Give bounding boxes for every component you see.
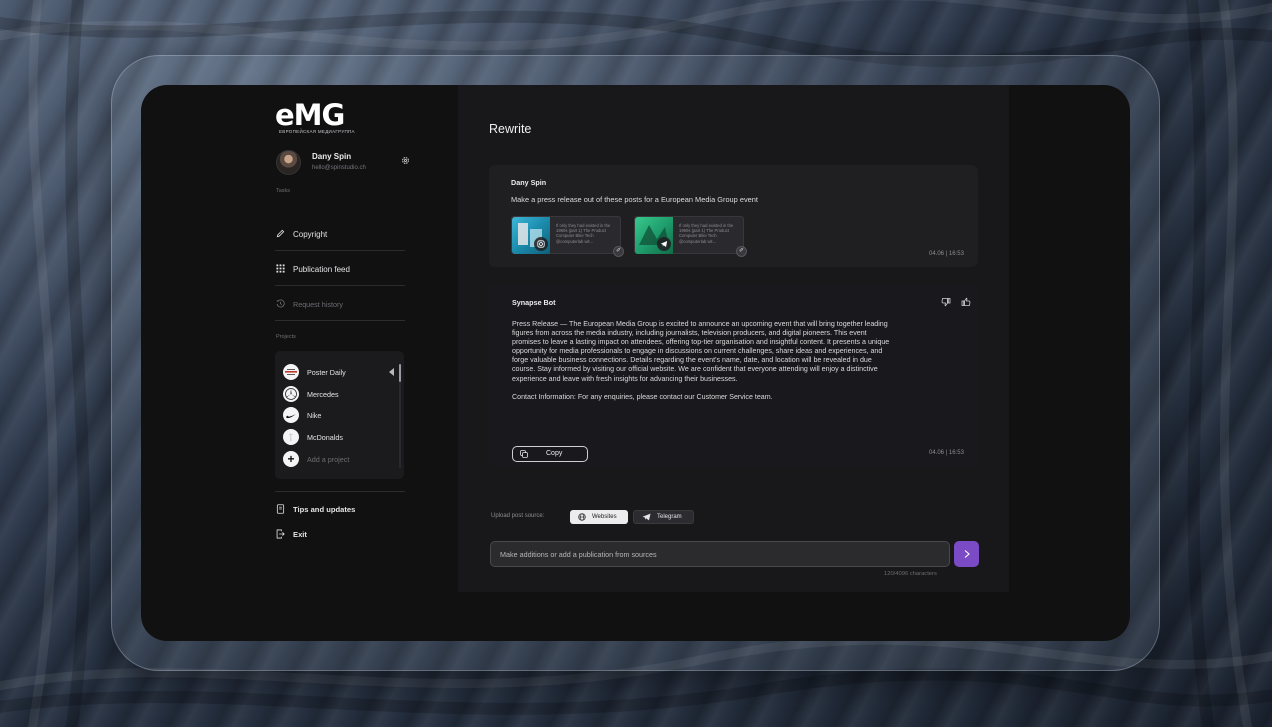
message-text: Press Release — The European Media Group… [512,320,892,411]
upload-source-label: Upload post source: [491,513,545,519]
character-counter: 120/4096 characters [884,571,937,577]
sidebar-item-request-history[interactable]: Request history [275,287,405,321]
message-date: 04.06 [929,251,945,257]
sidebar-divider [275,491,405,492]
message-time: 16:53 [948,251,964,257]
message-paragraph: Press Release — The European Media Group… [512,320,890,383]
projects-label: Projects [276,334,296,340]
thumbs-down-icon[interactable] [941,297,951,307]
profile-email: hello@spinstudio.ch [312,165,366,171]
project-poster-daily[interactable]: Poster Daily [283,363,398,381]
globe-icon [578,513,586,521]
projects-list: Poster Daily Mercedes Nike McDonalds + A… [275,351,404,479]
instagram-icon [534,237,548,251]
brand-logo[interactable]: eMG ЕВРОПЕЙСКАЯ МЕДИАГРУППА [275,98,355,135]
paperclip-icon: ✐ [736,246,747,257]
sidebar-item-label: Copyright [293,230,328,239]
project-nike[interactable]: Nike [283,406,398,424]
project-mercedes[interactable]: Mercedes [283,385,398,403]
exit-icon [276,529,285,539]
user-message: Dany Spin Make a press release out of th… [489,165,978,267]
add-project-button[interactable]: + Add a project [283,450,398,468]
message-timestamp: 04.06 | 16:53 [929,450,964,456]
sidebar-item-label: Publication feed [293,265,350,274]
source-websites-button[interactable]: Websites [570,510,628,524]
project-name: Nike [307,411,322,420]
profile-name: Dany Spin [312,152,352,161]
message-author: Dany Spin [511,178,547,187]
message-timestamp: 04.06 | 16:53 [929,251,964,257]
gear-icon[interactable] [401,156,410,165]
exit-link[interactable]: Exit [275,526,405,542]
copy-button[interactable]: Copy [512,446,588,462]
project-mcdonalds[interactable]: McDonalds [283,428,398,446]
chevron-right-icon [964,550,970,558]
project-name: Mercedes [307,390,339,399]
tips-and-updates-link[interactable]: Tips and updates [275,501,405,517]
project-name: McDonalds [307,433,343,442]
bot-message: Synapse Bot Press Release — The European… [489,284,978,467]
grid-icon [276,264,285,273]
copy-label: Copy [546,450,563,457]
attachment-snippet: If only they had existed in the 1990s (p… [556,223,611,244]
poster-daily-logo [283,364,299,380]
source-label: Websites [592,514,617,520]
nike-logo [283,407,299,423]
message-time: 16:53 [948,450,964,456]
attachment-snippet: If only they had existed in the 1990s (p… [679,223,734,244]
sidebar-item-copyright[interactable]: Copyright [275,217,405,251]
telegram-icon [657,237,671,251]
paperclip-icon: ✐ [613,246,624,257]
sidebar-item-publication-feed[interactable]: Publication feed [275,252,405,286]
attachment-card[interactable]: If only they had existed in the 1990s (p… [634,216,747,257]
mercedes-logo [283,386,299,402]
attachment-card[interactable]: If only they had existed in the 1990s (p… [511,216,624,257]
send-button[interactable] [954,541,979,567]
app-window: eMG ЕВРОПЕЙСКАЯ МЕДИАГРУППА Dany Spin he… [141,85,1130,641]
attachment-thumbnail [512,217,550,254]
collapse-arrow-icon[interactable] [389,368,394,376]
book-icon [276,504,285,514]
thumbs-up-icon[interactable] [961,297,971,307]
message-input[interactable]: Make additions or add a publication from… [490,541,950,567]
add-project-label: Add a project [307,455,350,464]
user-profile[interactable]: Dany Spin hello@spinstudio.ch [276,150,411,180]
sidebar-item-label: Request history [293,300,343,309]
sidebar: eMG ЕВРОПЕЙСКАЯ МЕДИАГРУППА Dany Spin he… [275,98,409,629]
source-label: Telegram [657,514,682,520]
logo-wordmark: eMG [275,98,345,132]
footer-item-label: Exit [293,530,307,539]
attachment-thumbnail [635,217,673,254]
source-telegram-button[interactable]: Telegram [633,510,694,524]
avatar[interactable] [276,150,301,175]
chat-panel: Rewrite Dany Spin Make a press release o… [458,85,1009,592]
message-date: 04.06 [929,450,945,456]
copy-icon [520,450,528,458]
message-author: Synapse Bot [512,298,556,307]
pencil-icon [276,229,285,238]
tasks-label: Tasks [276,188,291,194]
logo-tagline: ЕВРОПЕЙСКАЯ МЕДИАГРУППА [279,129,355,134]
project-name: Poster Daily [307,368,346,377]
plus-icon: + [283,451,299,467]
input-placeholder: Make additions or add a publication from… [500,550,657,559]
history-icon [276,299,285,308]
mcdonalds-logo [283,429,299,445]
message-paragraph: Contact Information: For any enquiries, … [512,392,773,401]
telegram-icon [642,513,651,521]
footer-item-label: Tips and updates [293,505,356,514]
page-title: Rewrite [489,122,532,136]
message-text: Make a press release out of these posts … [511,195,758,204]
projects-scrollbar-thumb[interactable] [399,364,401,382]
